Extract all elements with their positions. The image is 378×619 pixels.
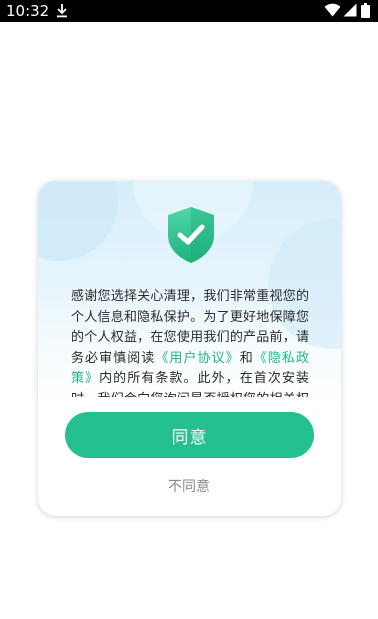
status-time: 10:32 <box>6 2 50 20</box>
privacy-agreement-text: 感谢您选择关心清理，我们非常重视您的个人信息和隐私保护。为了更好地保障您的个人权… <box>71 287 309 397</box>
battery-icon <box>361 3 370 18</box>
agreement-text-part2: 内的所有条款。此外，在首次安装时，我们会向您询问是否授权您的相关权限 <box>71 371 309 397</box>
status-bar: 10:32 <box>0 0 378 22</box>
download-icon <box>57 4 67 18</box>
signal-icon <box>343 3 357 17</box>
agreement-text-and: 和 <box>239 350 254 366</box>
shield-check-icon <box>168 207 214 263</box>
user-agreement-link[interactable]: 《用户协议》 <box>155 351 239 366</box>
decorative-bubble <box>38 181 118 261</box>
privacy-dialog: 感谢您选择关心清理，我们非常重视您的个人信息和隐私保护。为了更好地保障您的个人权… <box>38 181 341 516</box>
wifi-icon <box>324 3 341 17</box>
disagree-button[interactable]: 不同意 <box>139 474 239 498</box>
agree-button[interactable]: 同意 <box>65 412 314 458</box>
